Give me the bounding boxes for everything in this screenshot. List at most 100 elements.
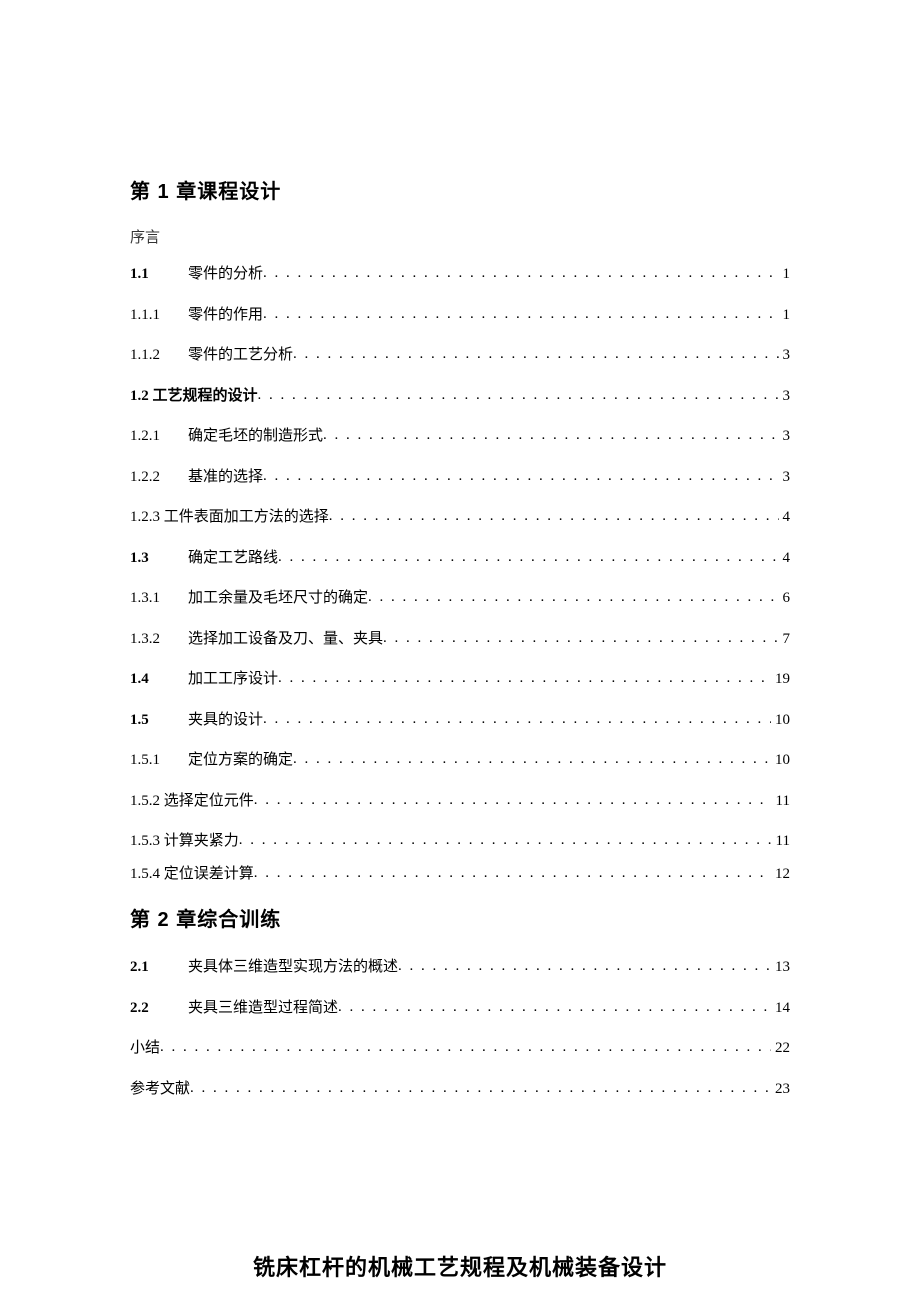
toc-leader-dots xyxy=(338,996,771,1019)
toc-entry-title: 夹具三维造型过程简述 xyxy=(188,997,338,1020)
toc-entry-title: 零件的工艺分析 xyxy=(188,344,293,367)
toc-entry-title: 小结 xyxy=(130,1037,160,1060)
toc-entry-number: 1.5 xyxy=(130,709,188,732)
toc-entry: 2.1夹具体三维造型实现方法的概述 13 xyxy=(130,956,790,979)
toc-entry-title: 加工余量及毛坯尺寸的确定 xyxy=(188,587,368,610)
toc-leader-dots xyxy=(278,667,771,690)
toc-entry-title: 1.2 工艺规程的设计 xyxy=(130,385,258,408)
toc-leader-dots xyxy=(263,465,778,488)
toc-entry-title: 1.2.3 工件表面加工方法的选择 xyxy=(130,506,329,529)
toc-entry-title: 1.5.2 选择定位元件 xyxy=(130,790,254,813)
toc-entry: 1.2.2基准的选择 3 xyxy=(130,466,790,489)
toc-entry-page: 11 xyxy=(772,830,790,853)
toc-entry-number: 1.1 xyxy=(130,263,188,286)
toc-entry: 1.2.3 工件表面加工方法的选择 4 xyxy=(130,506,790,529)
toc-leader-dots xyxy=(323,424,778,447)
toc-section-2: 2.1夹具体三维造型实现方法的概述 13 2.2夹具三维造型过程简述 14 小结 22 参… xyxy=(130,956,790,1100)
toc-leader-dots xyxy=(329,505,779,528)
toc-entry-page: 4 xyxy=(779,547,791,570)
toc-leader-dots xyxy=(254,789,772,812)
document-page: 第 1 章课程设计 序言 1.1零件的分析11.1.1零件的作用 11.1.2零… xyxy=(0,0,920,1282)
toc-leader-dots xyxy=(293,343,778,366)
toc-entry-page: 3 xyxy=(779,385,791,408)
toc-entry-page: 14 xyxy=(771,997,790,1020)
toc-entry-page: 10 xyxy=(771,749,790,772)
toc-entry-number: 1.2.2 xyxy=(130,466,188,489)
toc-entry-number: 2.2 xyxy=(130,997,188,1020)
toc-leader-dots xyxy=(263,262,778,285)
toc-entry: 1.2 工艺规程的设计 3 xyxy=(130,385,790,408)
toc-entry-number: 1.3 xyxy=(130,547,188,570)
toc-entry: 1.5.3 计算夹紧力 11 xyxy=(130,830,790,853)
toc-entry: 1.5.1定位方案的确定 10 xyxy=(130,749,790,772)
toc-leader-dots xyxy=(368,586,778,609)
toc-entry-title: 1.5.4 定位误差计算 xyxy=(130,863,254,886)
toc-entry-page: 4 xyxy=(779,506,791,529)
toc-entry: 2.2夹具三维造型过程简述 14 xyxy=(130,997,790,1020)
toc-entry: 1.4加工工序设计 19 xyxy=(130,668,790,691)
document-title: 铣床杠杆的机械工艺规程及机械装备设计 xyxy=(130,1250,790,1282)
toc-entry-page: 13 xyxy=(771,956,790,979)
preface-label: 序言 xyxy=(130,226,790,247)
toc-entry-title: 夹具体三维造型实现方法的概述 xyxy=(188,956,398,979)
toc-leader-dots xyxy=(278,546,778,569)
toc-entry: 1.1.1零件的作用 1 xyxy=(130,304,790,327)
toc-leader-dots xyxy=(258,384,779,407)
toc-leader-dots xyxy=(293,748,771,771)
toc-entry-title: 定位方案的确定 xyxy=(188,749,293,772)
toc-entry: 小结 22 xyxy=(130,1037,790,1060)
toc-entry-number: 1.1.2 xyxy=(130,344,188,367)
toc-leader-dots xyxy=(263,303,778,326)
chapter-2-heading: 第 2 章综合训练 xyxy=(130,903,790,932)
toc-leader-dots xyxy=(383,627,778,650)
toc-entry: 1.3.1加工余量及毛坯尺寸的确定 6 xyxy=(130,587,790,610)
toc-section-1: 1.1零件的分析11.1.1零件的作用 11.1.2零件的工艺分析 31.2 工… xyxy=(130,263,790,885)
toc-entry-page: 7 xyxy=(779,628,791,651)
toc-entry-title: 零件的分析 xyxy=(188,263,263,286)
toc-entry-number: 1.3.1 xyxy=(130,587,188,610)
toc-entry-page: 11 xyxy=(772,790,790,813)
toc-entry-page: 10 xyxy=(771,709,790,732)
toc-entry-title: 确定工艺路线 xyxy=(188,547,278,570)
toc-entry-number: 1.2.1 xyxy=(130,425,188,448)
toc-entry-page: 3 xyxy=(779,344,791,367)
toc-entry-page: 22 xyxy=(771,1037,790,1060)
toc-entry: 参考文献 23 xyxy=(130,1078,790,1101)
toc-leader-dots xyxy=(263,708,771,731)
toc-entry-number: 2.1 xyxy=(130,956,188,979)
toc-entry-title: 夹具的设计 xyxy=(188,709,263,732)
toc-entry-number: 1.3.2 xyxy=(130,628,188,651)
toc-entry-page: 12 xyxy=(771,863,790,886)
toc-entry: 1.3.2选择加工设备及刀、量、夹具 7 xyxy=(130,628,790,651)
toc-entry: 1.5.2 选择定位元件 11 xyxy=(130,790,790,813)
toc-entry-number: 1.1.1 xyxy=(130,304,188,327)
toc-entry-title: 零件的作用 xyxy=(188,304,263,327)
toc-entry-title: 基准的选择 xyxy=(188,466,263,489)
toc-entry-page: 1 xyxy=(779,304,791,327)
toc-leader-dots xyxy=(190,1077,771,1100)
toc-entry-title: 加工工序设计 xyxy=(188,668,278,691)
toc-entry-title: 确定毛坯的制造形式 xyxy=(188,425,323,448)
toc-entry: 1.5夹具的设计 10 xyxy=(130,709,790,732)
toc-leader-dots xyxy=(160,1036,771,1059)
toc-entry-title: 1.5.3 计算夹紧力 xyxy=(130,830,239,853)
toc-entry-number: 1.5.1 xyxy=(130,749,188,772)
toc-entry-page: 6 xyxy=(779,587,791,610)
toc-entry: 1.2.1确定毛坯的制造形式 3 xyxy=(130,425,790,448)
toc-entry-page: 19 xyxy=(771,668,790,691)
chapter-1-heading: 第 1 章课程设计 xyxy=(130,175,790,204)
toc-entry-page: 3 xyxy=(779,425,791,448)
toc-entry: 1.1零件的分析 1 xyxy=(130,263,790,286)
toc-leader-dots xyxy=(254,862,771,885)
toc-entry-title: 参考文献 xyxy=(130,1078,190,1101)
toc-leader-dots xyxy=(398,955,771,978)
toc-entry-number: 1.4 xyxy=(130,668,188,691)
toc-entry-page: 3 xyxy=(779,466,791,489)
toc-leader-dots xyxy=(239,829,772,852)
toc-entry-title: 选择加工设备及刀、量、夹具 xyxy=(188,628,383,651)
toc-entry: 1.3确定工艺路线 4 xyxy=(130,547,790,570)
toc-entry: 1.1.2零件的工艺分析 3 xyxy=(130,344,790,367)
toc-entry-page: 23 xyxy=(771,1078,790,1101)
toc-entry-page: 1 xyxy=(779,263,791,286)
toc-entry: 1.5.4 定位误差计算 12 xyxy=(130,863,790,886)
